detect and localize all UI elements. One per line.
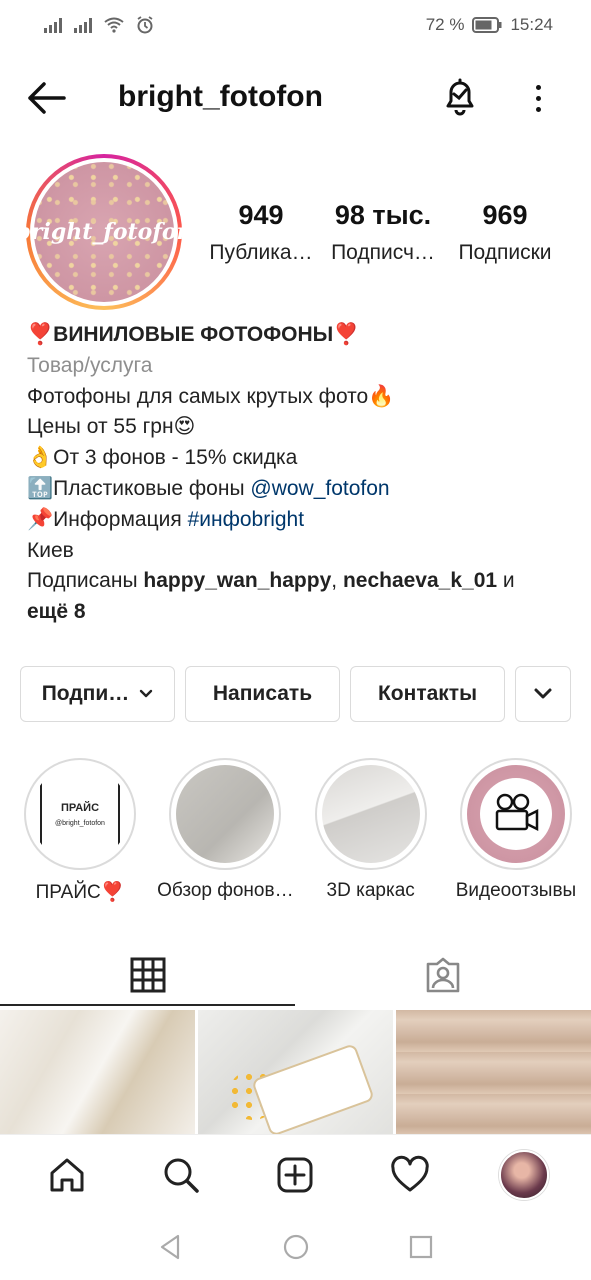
home-icon — [50, 1158, 84, 1191]
followed-and: и — [497, 569, 515, 593]
highlight-label: ПРАЙС❣️ — [35, 882, 125, 903]
avatar-logo-text: bright_fotofon — [15, 219, 193, 245]
following-button-label: Подпи… — [41, 682, 130, 705]
bio-line-2: Цены от 55 грн😍 — [27, 415, 196, 439]
highlight-label: Обзор фонов… — [157, 880, 294, 901]
suggested-toggle-button[interactable] — [515, 666, 571, 722]
signal-icon-2 — [74, 17, 92, 33]
bio-line-5: 📌Информация #инфоbright — [27, 505, 567, 536]
profile-stats: 949 Публика… 98 тыс. Подписч… 969 Подпис… — [200, 200, 580, 265]
system-home-icon[interactable] — [281, 1232, 311, 1262]
alarm-icon — [137, 16, 153, 34]
highlight-video-reviews[interactable]: Видеоотзывы — [454, 758, 578, 904]
highlight-cover-sub: @bright_fotofon — [55, 819, 105, 827]
battery-percent: 72 % — [425, 15, 465, 34]
highlight-cover-title: ПРАЙС — [60, 801, 100, 814]
followed-by-prefix: Подписаны — [27, 569, 144, 593]
avatar-image: bright_fotofon — [16, 162, 193, 302]
posts-grid — [0, 1010, 591, 1134]
chevron-down-icon — [534, 688, 552, 699]
stat-posts[interactable]: 949 Публика… — [200, 200, 322, 265]
system-navigation — [0, 1214, 591, 1280]
wifi-icon — [104, 17, 124, 33]
followed-user-1: happy_wan_happy — [143, 569, 332, 593]
bio-line-4-text: 🔝Пластиковые фоны — [27, 476, 251, 500]
nav-profile[interactable] — [494, 1145, 554, 1205]
system-back-icon[interactable] — [156, 1232, 186, 1262]
bottom-navigation — [0, 1134, 591, 1214]
bio-line-3: 👌От 3 фонов - 15% скидка — [27, 446, 298, 470]
chevron-down-icon — [140, 689, 153, 698]
highlight-cover — [176, 765, 275, 863]
highlight-3d-frame[interactable]: 3D каркас — [309, 758, 433, 904]
bio-city: Киев — [27, 538, 74, 562]
clock: 15:24 — [510, 15, 553, 34]
battery-icon — [472, 17, 502, 33]
nav-activity[interactable] — [380, 1145, 440, 1205]
nav-search[interactable] — [151, 1145, 211, 1205]
post-thumbnail[interactable] — [396, 1010, 591, 1134]
movie-camera-icon — [495, 793, 539, 832]
followed-more: ещё 8 — [27, 600, 86, 624]
bio-line-1: Фотофоны для самых крутых фото🔥 — [27, 384, 395, 408]
highlight-cover — [321, 765, 420, 863]
followed-sep: , — [331, 569, 343, 593]
arrow-left-icon[interactable] — [24, 78, 68, 118]
tab-posts-grid[interactable] — [0, 942, 295, 1008]
stat-posts-label: Публика… — [209, 241, 313, 264]
story-highlights: ПРАЙС @bright_fotofon ПРАЙС❣️ Обзор фонов… — [18, 758, 578, 904]
tagged-person-icon — [426, 957, 459, 993]
stat-following-value: 969 — [482, 200, 528, 230]
profile-actions: Подпи… Написать Контакты — [20, 666, 571, 722]
highlight-label: Видеоотзывы — [455, 880, 577, 901]
profile-avatar — [498, 1149, 549, 1200]
profile-tabs — [0, 942, 591, 1008]
add-post-icon — [277, 1157, 313, 1192]
message-button[interactable]: Написать — [185, 666, 340, 722]
nav-home[interactable] — [37, 1145, 97, 1205]
heart-icon — [390, 1155, 429, 1191]
mention-link[interactable]: @wow_fotofon — [250, 477, 389, 500]
highlight-label: 3D каркас — [326, 880, 415, 901]
followed-user-2: nechaeva_k_01 — [342, 569, 498, 593]
profile-name: ❣️ВИНИЛОВЫЕ ФОТОФОНЫ❣️ — [27, 323, 360, 346]
search-icon — [164, 1158, 200, 1193]
stat-followers-value: 98 тыс. — [334, 200, 432, 230]
post-thumbnail[interactable] — [0, 1010, 195, 1134]
contacts-button-label: Контакты — [377, 682, 478, 705]
profile-bio: ❣️ВИНИЛОВЫЕ ФОТОФОНЫ❣️ Товар/услуга Фото… — [27, 320, 567, 628]
bell-check-icon[interactable] — [440, 76, 480, 116]
hashtag-link[interactable]: #инфоbright — [188, 508, 305, 531]
bio-line-4: 🔝Пластиковые фоны @wow_fotofon — [27, 474, 567, 505]
active-tab-indicator — [0, 1004, 295, 1006]
tab-tagged[interactable] — [295, 942, 590, 1008]
system-recents-icon[interactable] — [406, 1232, 436, 1262]
stat-following[interactable]: 969 Подписки — [444, 200, 566, 265]
highlight-cover: ПРАЙС @bright_fotofon — [31, 765, 129, 863]
stat-followers-label: Подписч… — [331, 241, 435, 264]
post-thumbnail[interactable] — [198, 1010, 393, 1134]
stat-followers[interactable]: 98 тыс. Подписч… — [322, 200, 444, 265]
followed-by[interactable]: Подписаны happy_wan_happy, nechaeva_k_01… — [27, 566, 567, 628]
bio-line-5-text: 📌Информация — [27, 507, 188, 531]
page-title: bright_fotofon — [118, 80, 323, 113]
status-bar: 72 % 15:24 — [0, 0, 591, 50]
nav-add[interactable] — [265, 1145, 325, 1205]
more-vertical-icon[interactable] — [524, 78, 552, 118]
message-button-label: Написать — [212, 682, 313, 705]
grid-icon — [130, 957, 165, 993]
highlight-cover — [466, 765, 565, 863]
signal-icon — [44, 17, 62, 33]
contacts-button[interactable]: Контакты — [350, 666, 505, 722]
highlight-price[interactable]: ПРАЙС @bright_fotofon ПРАЙС❣️ — [18, 758, 142, 904]
profile-header: bright_fotofon — [0, 62, 591, 132]
following-button[interactable]: Подпи… — [20, 666, 175, 722]
profile-category: Товар/услуга — [27, 353, 153, 377]
highlight-review[interactable]: Обзор фонов… — [157, 758, 294, 904]
stat-posts-value: 949 — [238, 200, 284, 230]
stat-following-label: Подписки — [458, 241, 552, 264]
avatar[interactable]: bright_fotofon — [16, 154, 193, 310]
